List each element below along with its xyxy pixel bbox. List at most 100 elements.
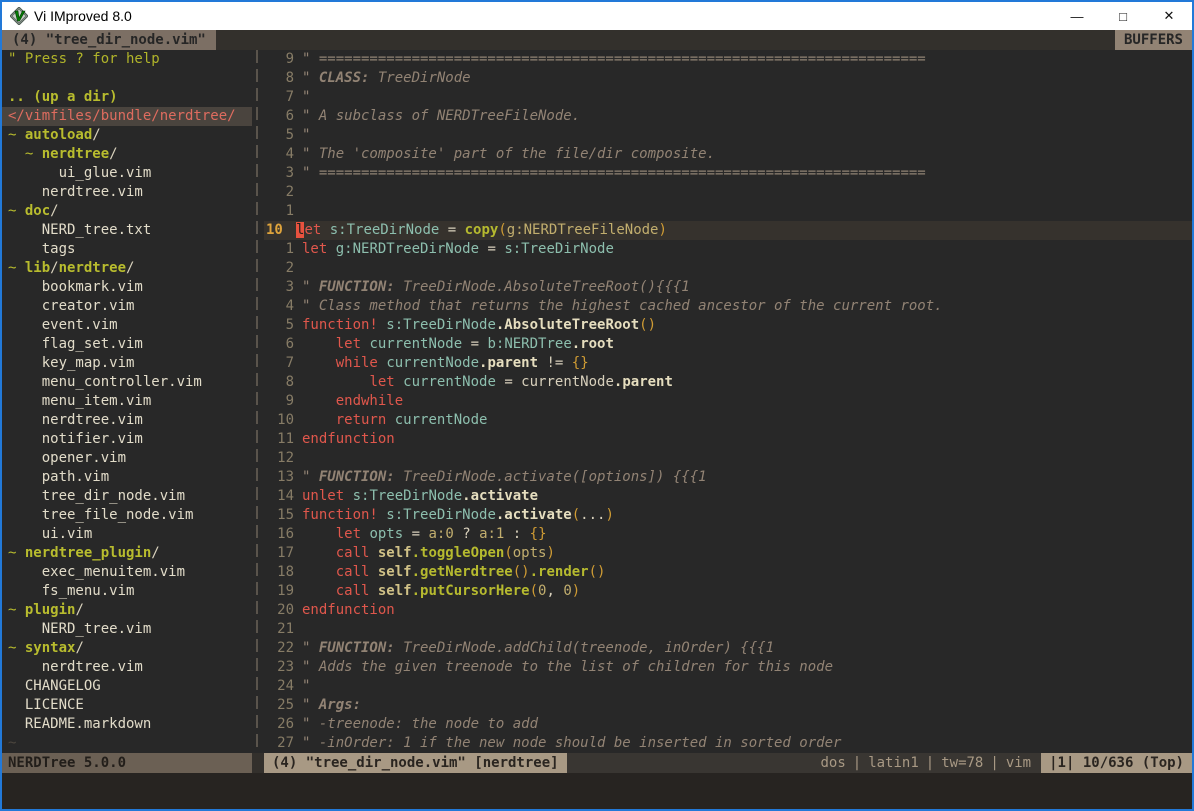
file-flag-set-vim[interactable]: flag_set.vim bbox=[2, 335, 252, 354]
code-line[interactable]: 10 return currentNode bbox=[264, 411, 1192, 430]
up-dir-item[interactable]: .. (up a dir) bbox=[2, 88, 252, 107]
code-line[interactable]: 26" -treenode: the node to add bbox=[264, 715, 1192, 734]
file-path-vim[interactable]: path.vim bbox=[2, 468, 252, 487]
line-number: 27 bbox=[264, 734, 302, 753]
line-number: 15 bbox=[264, 506, 302, 525]
code-line[interactable]: 5" bbox=[264, 126, 1192, 145]
file-opener-vim[interactable]: opener.vim bbox=[2, 449, 252, 468]
code-line[interactable]: 7" bbox=[264, 88, 1192, 107]
file-bookmark-vim[interactable]: bookmark.vim bbox=[2, 278, 252, 297]
file-nerd-tree-vim[interactable]: NERD_tree.vim bbox=[2, 620, 252, 639]
file-nerd-tree-txt[interactable]: NERD_tree.txt bbox=[2, 221, 252, 240]
file-nerdtree-vim-syntax[interactable]: nerdtree.vim bbox=[2, 658, 252, 677]
dir-doc[interactable]: ~ doc/ bbox=[2, 202, 252, 221]
code-line[interactable]: 27" -inOrder: 1 if the new node should b… bbox=[264, 734, 1192, 753]
line-number: 10 bbox=[264, 411, 302, 430]
textwidth-value: tw=78 bbox=[941, 755, 983, 771]
file-licence[interactable]: LICENCE bbox=[2, 696, 252, 715]
code-line[interactable]: 21 bbox=[264, 620, 1192, 639]
dir-syntax[interactable]: ~ syntax/ bbox=[2, 639, 252, 658]
file-menu-controller-vim[interactable]: menu_controller.vim bbox=[2, 373, 252, 392]
file-ui-glue-vim[interactable]: ui_glue.vim bbox=[2, 164, 252, 183]
file-tags[interactable]: tags bbox=[2, 240, 252, 259]
tree-root[interactable]: </vimfiles/bundle/nerdtree/ bbox=[2, 107, 252, 126]
code-line[interactable]: 2 bbox=[264, 259, 1192, 278]
file-exec-menuitem-vim[interactable]: exec_menuitem.vim bbox=[2, 563, 252, 582]
code-line[interactable]: 7 while currentNode.parent != {} bbox=[264, 354, 1192, 373]
line-number: 8 bbox=[264, 373, 302, 392]
code-line[interactable]: 20endfunction bbox=[264, 601, 1192, 620]
code-line[interactable]: 18 call self.getNerdtree().render() bbox=[264, 563, 1192, 582]
file-readme-markdown[interactable]: README.markdown bbox=[2, 715, 252, 734]
code-line[interactable]: 15function! s:TreeDirNode.activate(...) bbox=[264, 506, 1192, 525]
file-menu-item-vim[interactable]: menu_item.vim bbox=[2, 392, 252, 411]
main-area: " Press ? for help .. (up a dir)</vimfile… bbox=[2, 50, 1192, 753]
code-line[interactable]: 25" Args: bbox=[264, 696, 1192, 715]
file-nerdtree-vim[interactable]: nerdtree.vim bbox=[2, 183, 252, 202]
code-line[interactable]: 3" FUNCTION: TreeDirNode.AbsoluteTreeRoo… bbox=[264, 278, 1192, 297]
line-number: 9 bbox=[264, 392, 302, 411]
file-key-map-vim[interactable]: key_map.vim bbox=[2, 354, 252, 373]
dir-lib-nerdtree[interactable]: ~ lib/nerdtree/ bbox=[2, 259, 252, 278]
cursor-line[interactable]: 10let s:TreeDirNode = copy(g:NERDTreeFil… bbox=[264, 221, 1192, 240]
blank-line[interactable] bbox=[2, 69, 252, 88]
file-ui-vim[interactable]: ui.vim bbox=[2, 525, 252, 544]
line-number: 6 bbox=[264, 107, 302, 126]
close-button[interactable]: ✕ bbox=[1146, 2, 1192, 30]
code-line[interactable]: 16 let opts = a:0 ? a:1 : {} bbox=[264, 525, 1192, 544]
help-hint[interactable]: " Press ? for help bbox=[2, 50, 252, 69]
nerdtree-statusline: NERDTree 5.0.0 bbox=[2, 753, 252, 773]
file-nerdtree-vim-lib[interactable]: nerdtree.vim bbox=[2, 411, 252, 430]
line-number: 7 bbox=[264, 88, 302, 107]
code-line[interactable]: 1let g:NERDTreeDirNode = s:TreeDirNode bbox=[264, 240, 1192, 259]
line-number: 12 bbox=[264, 449, 302, 468]
tab-tree-dir-node[interactable]: (4) "tree_dir_node.vim" bbox=[2, 30, 216, 50]
code-line[interactable]: 6 let currentNode = b:NERDTree.root bbox=[264, 335, 1192, 354]
maximize-button[interactable]: □ bbox=[1100, 2, 1146, 30]
window-title: Vi IMproved 8.0 bbox=[34, 8, 132, 24]
code-line[interactable]: 4" Class method that returns the highest… bbox=[264, 297, 1192, 316]
file-notifier-vim[interactable]: notifier.vim bbox=[2, 430, 252, 449]
file-changelog[interactable]: CHANGELOG bbox=[2, 677, 252, 696]
code-line[interactable]: 4" The 'composite' part of the file/dir … bbox=[264, 145, 1192, 164]
code-line[interactable]: 6" A subclass of NERDTreeFileNode. bbox=[264, 107, 1192, 126]
code-line[interactable]: 1 bbox=[264, 202, 1192, 221]
dir-nerdtree-plugin[interactable]: ~ nerdtree_plugin/ bbox=[2, 544, 252, 563]
code-line[interactable]: 19 call self.putCursorHere(0, 0) bbox=[264, 582, 1192, 601]
line-number: 7 bbox=[264, 354, 302, 373]
dir-autoload[interactable]: ~ autoload/ bbox=[2, 126, 252, 145]
code-line[interactable]: 14unlet s:TreeDirNode.activate bbox=[264, 487, 1192, 506]
code-line[interactable]: 11endfunction bbox=[264, 430, 1192, 449]
file-tree-file-node-vim[interactable]: tree_file_node.vim bbox=[2, 506, 252, 525]
code-line[interactable]: 12 bbox=[264, 449, 1192, 468]
command-line[interactable] bbox=[2, 773, 1192, 809]
line-number: 6 bbox=[264, 335, 302, 354]
file-event-vim[interactable]: event.vim bbox=[2, 316, 252, 335]
code-line[interactable]: 8" CLASS: TreeDirNode bbox=[264, 69, 1192, 88]
buffers-label: BUFFERS bbox=[1115, 30, 1192, 50]
dir-plugin[interactable]: ~ plugin/ bbox=[2, 601, 252, 620]
code-line[interactable]: 2 bbox=[264, 183, 1192, 202]
code-line[interactable]: 3" =====================================… bbox=[264, 164, 1192, 183]
encoding-value: latin1 bbox=[868, 755, 919, 771]
window-number: |1| bbox=[1049, 755, 1074, 771]
code-line[interactable]: 23" Adds the given treenode to the list … bbox=[264, 658, 1192, 677]
nontext-tilde[interactable]: ~ bbox=[2, 734, 252, 753]
code-line[interactable]: 22" FUNCTION: TreeDirNode.addChild(treen… bbox=[264, 639, 1192, 658]
window-split-separator[interactable] bbox=[252, 50, 264, 753]
file-tree-dir-node-vim[interactable]: tree_dir_node.vim bbox=[2, 487, 252, 506]
code-line[interactable]: 8 let currentNode = currentNode.parent bbox=[264, 373, 1192, 392]
file-creator-vim[interactable]: creator.vim bbox=[2, 297, 252, 316]
title-bar: Vi IMproved 8.0 — □ ✕ bbox=[2, 2, 1192, 30]
code-line[interactable]: 9 endwhile bbox=[264, 392, 1192, 411]
code-line[interactable]: 9" =====================================… bbox=[264, 50, 1192, 69]
line-number: 3 bbox=[264, 164, 302, 183]
code-line[interactable]: 24" bbox=[264, 677, 1192, 696]
dir-autoload-nerdtree[interactable]: ~ nerdtree/ bbox=[2, 145, 252, 164]
code-line[interactable]: 17 call self.toggleOpen(opts) bbox=[264, 544, 1192, 563]
file-fs-menu-vim[interactable]: fs_menu.vim bbox=[2, 582, 252, 601]
line-number: 22 bbox=[264, 639, 302, 658]
minimize-button[interactable]: — bbox=[1054, 2, 1100, 30]
code-line[interactable]: 5function! s:TreeDirNode.AbsoluteTreeRoo… bbox=[264, 316, 1192, 335]
code-line[interactable]: 13" FUNCTION: TreeDirNode.activate([opti… bbox=[264, 468, 1192, 487]
